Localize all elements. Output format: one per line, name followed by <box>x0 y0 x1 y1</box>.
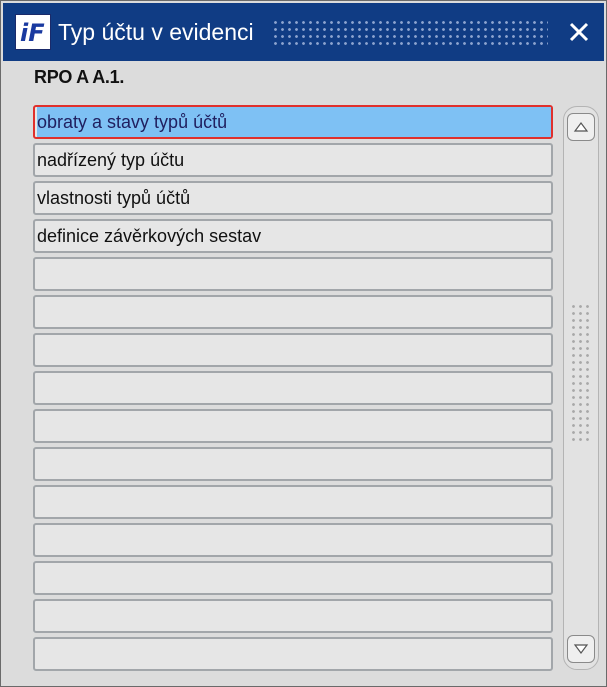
triangle-down-icon <box>573 644 589 654</box>
list-item[interactable]: obraty a stavy typů účtů <box>33 105 553 139</box>
list-item[interactable] <box>33 257 553 291</box>
dialog-window: iF Typ účtu v evidenci RPO A A.1. obraty… <box>0 0 607 687</box>
section-label: RPO A A.1. <box>34 67 125 87</box>
list-item[interactable] <box>33 447 553 481</box>
list-item-label: definice závěrkových sestav <box>37 225 262 246</box>
list-item[interactable] <box>33 409 553 443</box>
list-item[interactable]: nadřízený typ účtu <box>33 143 553 177</box>
list-item[interactable] <box>33 485 553 519</box>
list-item-label: obraty a stavy typů účtů <box>37 107 551 137</box>
svg-text:iF: iF <box>20 19 45 47</box>
list-item[interactable] <box>33 371 553 405</box>
record-list: obraty a stavy typů účtů nadřízený typ ú… <box>33 105 553 675</box>
title-grip <box>271 19 548 45</box>
list-item[interactable] <box>33 599 553 633</box>
vertical-scrollbar[interactable] <box>563 106 599 670</box>
scroll-thumb-grip[interactable] <box>570 303 592 443</box>
list-item[interactable] <box>33 333 553 367</box>
list-item[interactable] <box>33 637 553 671</box>
list-item[interactable] <box>33 523 553 557</box>
list-item-label: nadřízený typ účtu <box>37 149 185 170</box>
triangle-up-icon <box>573 122 589 132</box>
list-item[interactable]: definice závěrkových sestav <box>33 219 553 253</box>
list-item[interactable] <box>33 561 553 595</box>
close-button[interactable] <box>562 15 596 49</box>
title-bar[interactable]: iF Typ účtu v evidenci <box>3 3 604 61</box>
window-title: Typ účtu v evidenci <box>58 18 254 45</box>
list-item[interactable]: vlastnosti typů účtů <box>33 181 553 215</box>
scroll-up-button[interactable] <box>567 113 595 141</box>
close-icon <box>569 22 589 42</box>
list-item[interactable] <box>33 295 553 329</box>
app-logo-icon: iF <box>15 14 51 50</box>
list-item-label: vlastnosti typů účtů <box>37 187 191 208</box>
scroll-down-button[interactable] <box>567 635 595 663</box>
